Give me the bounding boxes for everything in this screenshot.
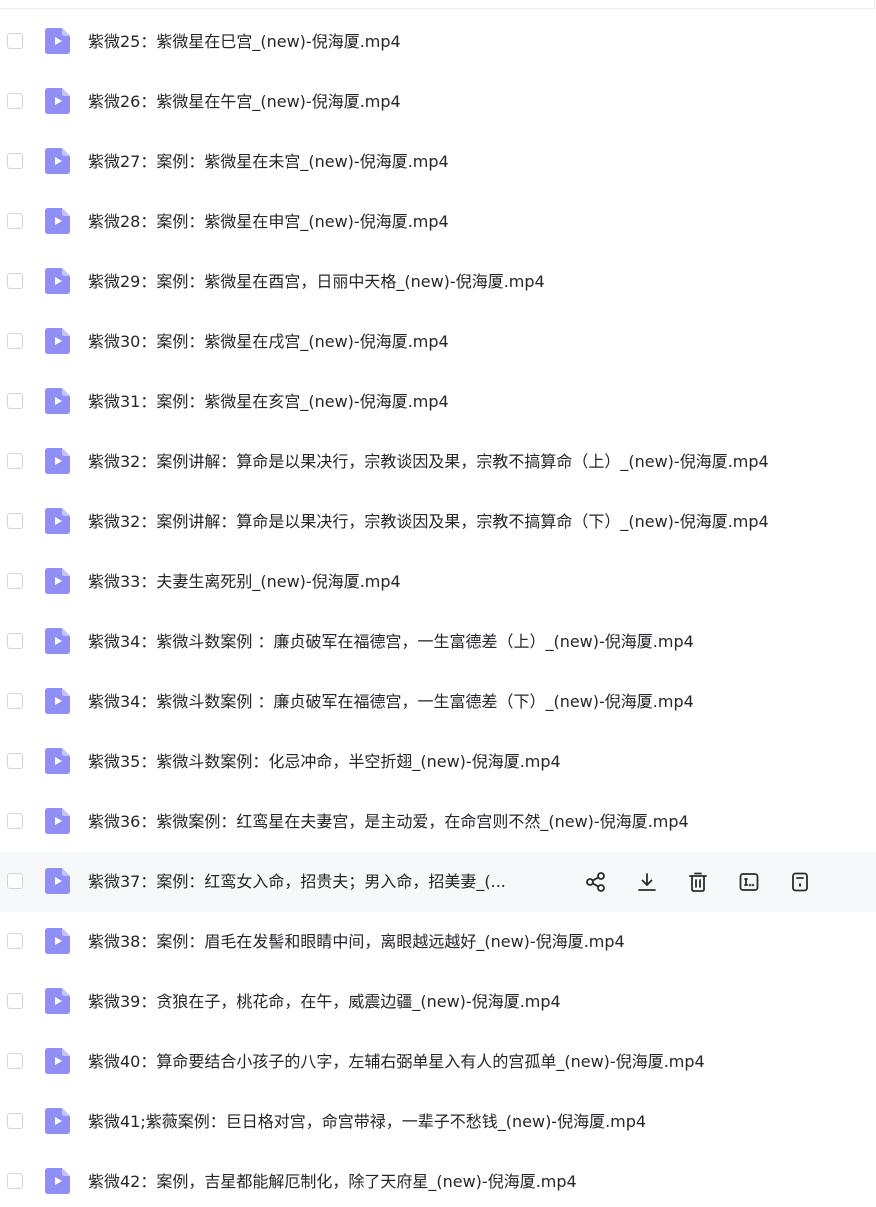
video-file-icon	[45, 268, 70, 294]
file-name[interactable]: 紫微36：紫微案例：红鸾星在夫妻宫，是主动爱，在命宫则不然_(new)-倪海厦.…	[88, 811, 689, 833]
file-name[interactable]: 紫微32：案例讲解：算命是以果决行，宗教谈因及果，宗教不搞算命（上）_(new)…	[88, 451, 769, 473]
file-row[interactable]: 紫微37：案例：红鸾女入命，招贵夫；男入命，招美妻_(...	[0, 852, 876, 912]
file-row[interactable]: 紫微32：案例讲解：算命是以果决行，宗教谈因及果，宗教不搞算命（上）_(new)…	[0, 432, 876, 492]
video-file-icon	[45, 1108, 70, 1134]
video-file-icon	[45, 1048, 70, 1074]
video-file-icon	[45, 688, 70, 714]
file-row[interactable]: 紫微27：案例：紫微星在未宫_(new)-倪海厦.mp4	[0, 132, 876, 192]
video-file-icon	[45, 628, 70, 654]
file-name[interactable]: 紫微42：案例，吉星都能解厄制化，除了天府星_(new)-倪海厦.mp4	[88, 1171, 577, 1193]
file-name[interactable]: 紫微27：案例：紫微星在未宫_(new)-倪海厦.mp4	[88, 151, 449, 173]
row-checkbox[interactable]	[7, 633, 23, 649]
video-file-icon	[45, 448, 70, 474]
file-row[interactable]: 紫微32：案例讲解：算命是以果决行，宗教谈因及果，宗教不搞算命（下）_(new)…	[0, 492, 876, 552]
video-file-icon	[45, 508, 70, 534]
file-row[interactable]: 紫微26：紫微星在午宫_(new)-倪海厦.mp4	[0, 72, 876, 132]
row-checkbox[interactable]	[7, 1173, 23, 1189]
file-name[interactable]: 紫微35：紫微斗数案例：化忌冲命，半空折翅_(new)-倪海厦.mp4	[88, 751, 561, 773]
video-file-icon	[45, 748, 70, 774]
row-checkbox[interactable]	[7, 333, 23, 349]
file-row[interactable]: 紫微30：案例：紫微星在戌宫_(new)-倪海厦.mp4	[0, 312, 876, 372]
row-checkbox[interactable]	[7, 813, 23, 829]
video-file-icon	[45, 88, 70, 114]
row-checkbox[interactable]	[7, 453, 23, 469]
top-divider	[0, 8, 874, 9]
file-row[interactable]: 紫微39：贪狼在子，桃花命，在午，威震边疆_(new)-倪海厦.mp4	[0, 972, 876, 1032]
row-checkbox[interactable]	[7, 93, 23, 109]
top-divider-corner	[874, 0, 875, 9]
file-name[interactable]: 紫微39：贪狼在子，桃花命，在午，威震边疆_(new)-倪海厦.mp4	[88, 991, 561, 1013]
video-file-icon	[45, 808, 70, 834]
row-checkbox[interactable]	[7, 933, 23, 949]
delete-icon[interactable]	[686, 870, 710, 894]
video-file-icon	[45, 868, 70, 894]
video-file-icon	[45, 208, 70, 234]
row-checkbox[interactable]	[7, 213, 23, 229]
file-name[interactable]: 紫微28：案例：紫微星在申宫_(new)-倪海厦.mp4	[88, 211, 449, 233]
download-icon[interactable]	[635, 870, 659, 894]
file-row[interactable]: 紫微25：紫微星在巳宫_(new)-倪海厦.mp4	[0, 12, 876, 72]
video-file-icon	[45, 1168, 70, 1194]
video-file-icon	[45, 148, 70, 174]
file-name[interactable]: 紫微33：夫妻生离死别_(new)-倪海厦.mp4	[88, 571, 401, 593]
row-checkbox[interactable]	[7, 273, 23, 289]
video-file-icon	[45, 388, 70, 414]
share-icon[interactable]	[584, 870, 608, 894]
file-name[interactable]: 紫微29：案例：紫微星在酉宫，日丽中天格_(new)-倪海厦.mp4	[88, 271, 545, 293]
row-checkbox[interactable]	[7, 513, 23, 529]
video-file-icon	[45, 328, 70, 354]
row-checkbox[interactable]	[7, 153, 23, 169]
row-checkbox[interactable]	[7, 873, 23, 889]
video-file-icon	[45, 988, 70, 1014]
file-name[interactable]: 紫微41;紫薇案例：巨日格对宫，命宫带禄，一辈子不愁钱_(new)-倪海厦.mp…	[88, 1111, 646, 1133]
video-file-icon	[45, 28, 70, 54]
file-name[interactable]: 紫微34：紫微斗数案例 ：廉贞破军在福德宫，一生富德差（上）_(new)-倪海厦…	[88, 631, 694, 653]
file-row[interactable]: 紫微42：案例，吉星都能解厄制化，除了天府星_(new)-倪海厦.mp4	[0, 1152, 876, 1207]
file-name[interactable]: 紫微38：案例：眉毛在发髻和眼睛中间，离眼越远越好_(new)-倪海厦.mp4	[88, 931, 625, 953]
file-name[interactable]: 紫微25：紫微星在巳宫_(new)-倪海厦.mp4	[88, 31, 401, 53]
file-row[interactable]: 紫微38：案例：眉毛在发髻和眼睛中间，离眼越远越好_(new)-倪海厦.mp4	[0, 912, 876, 972]
file-name[interactable]: 紫微30：案例：紫微星在戌宫_(new)-倪海厦.mp4	[88, 331, 449, 353]
row-checkbox[interactable]	[7, 993, 23, 1009]
video-file-icon	[45, 928, 70, 954]
file-name[interactable]: 紫微26：紫微星在午宫_(new)-倪海厦.mp4	[88, 91, 401, 113]
file-row[interactable]: 紫微35：紫微斗数案例：化忌冲命，半空折翅_(new)-倪海厦.mp4	[0, 732, 876, 792]
rename-icon[interactable]	[737, 870, 761, 894]
file-row[interactable]: 紫微31：案例：紫微星在亥宫_(new)-倪海厦.mp4	[0, 372, 876, 432]
file-name[interactable]: 紫微31：案例：紫微星在亥宫_(new)-倪海厦.mp4	[88, 391, 449, 413]
row-checkbox[interactable]	[7, 1113, 23, 1129]
file-row[interactable]: 紫微34：紫微斗数案例 ：廉贞破军在福德宫，一生富德差（上）_(new)-倪海厦…	[0, 612, 876, 672]
file-name[interactable]: 紫微34：紫微斗数案例 ：廉贞破军在福德宫，一生富德差（下）_(new)-倪海厦…	[88, 691, 694, 713]
file-name[interactable]: 紫微40：算命要结合小孩子的八字，左辅右弼单星入有人的宫孤单_(new)-倪海厦…	[88, 1051, 705, 1073]
file-row[interactable]: 紫微41;紫薇案例：巨日格对宫，命宫带禄，一辈子不愁钱_(new)-倪海厦.mp…	[0, 1092, 876, 1152]
file-row[interactable]: 紫微29：案例：紫微星在酉宫，日丽中天格_(new)-倪海厦.mp4	[0, 252, 876, 312]
row-checkbox[interactable]	[7, 693, 23, 709]
row-checkbox[interactable]	[7, 393, 23, 409]
row-checkbox[interactable]	[7, 753, 23, 769]
file-row[interactable]: 紫微40：算命要结合小孩子的八字，左辅右弼单星入有人的宫孤单_(new)-倪海厦…	[0, 1032, 876, 1092]
file-row[interactable]: 紫微28：案例：紫微星在申宫_(new)-倪海厦.mp4	[0, 192, 876, 252]
file-row[interactable]: 紫微33：夫妻生离死别_(new)-倪海厦.mp4	[0, 552, 876, 612]
row-checkbox[interactable]	[7, 573, 23, 589]
row-checkbox[interactable]	[7, 33, 23, 49]
details-icon[interactable]	[788, 870, 812, 894]
file-list: 紫微25：紫微星在巳宫_(new)-倪海厦.mp4 紫微26：紫微星在午宫_(ne…	[0, 0, 876, 1207]
row-checkbox[interactable]	[7, 1053, 23, 1069]
file-row[interactable]: 紫微34：紫微斗数案例 ：廉贞破军在福德宫，一生富德差（下）_(new)-倪海厦…	[0, 672, 876, 732]
file-name[interactable]: 紫微32：案例讲解：算命是以果决行，宗教谈因及果，宗教不搞算命（下）_(new)…	[88, 511, 769, 533]
file-row[interactable]: 紫微36：紫微案例：红鸾星在夫妻宫，是主动爱，在命宫则不然_(new)-倪海厦.…	[0, 792, 876, 852]
file-name[interactable]: 紫微37：案例：红鸾女入命，招贵夫；男入命，招美妻_(...	[88, 871, 506, 893]
video-file-icon	[45, 568, 70, 594]
